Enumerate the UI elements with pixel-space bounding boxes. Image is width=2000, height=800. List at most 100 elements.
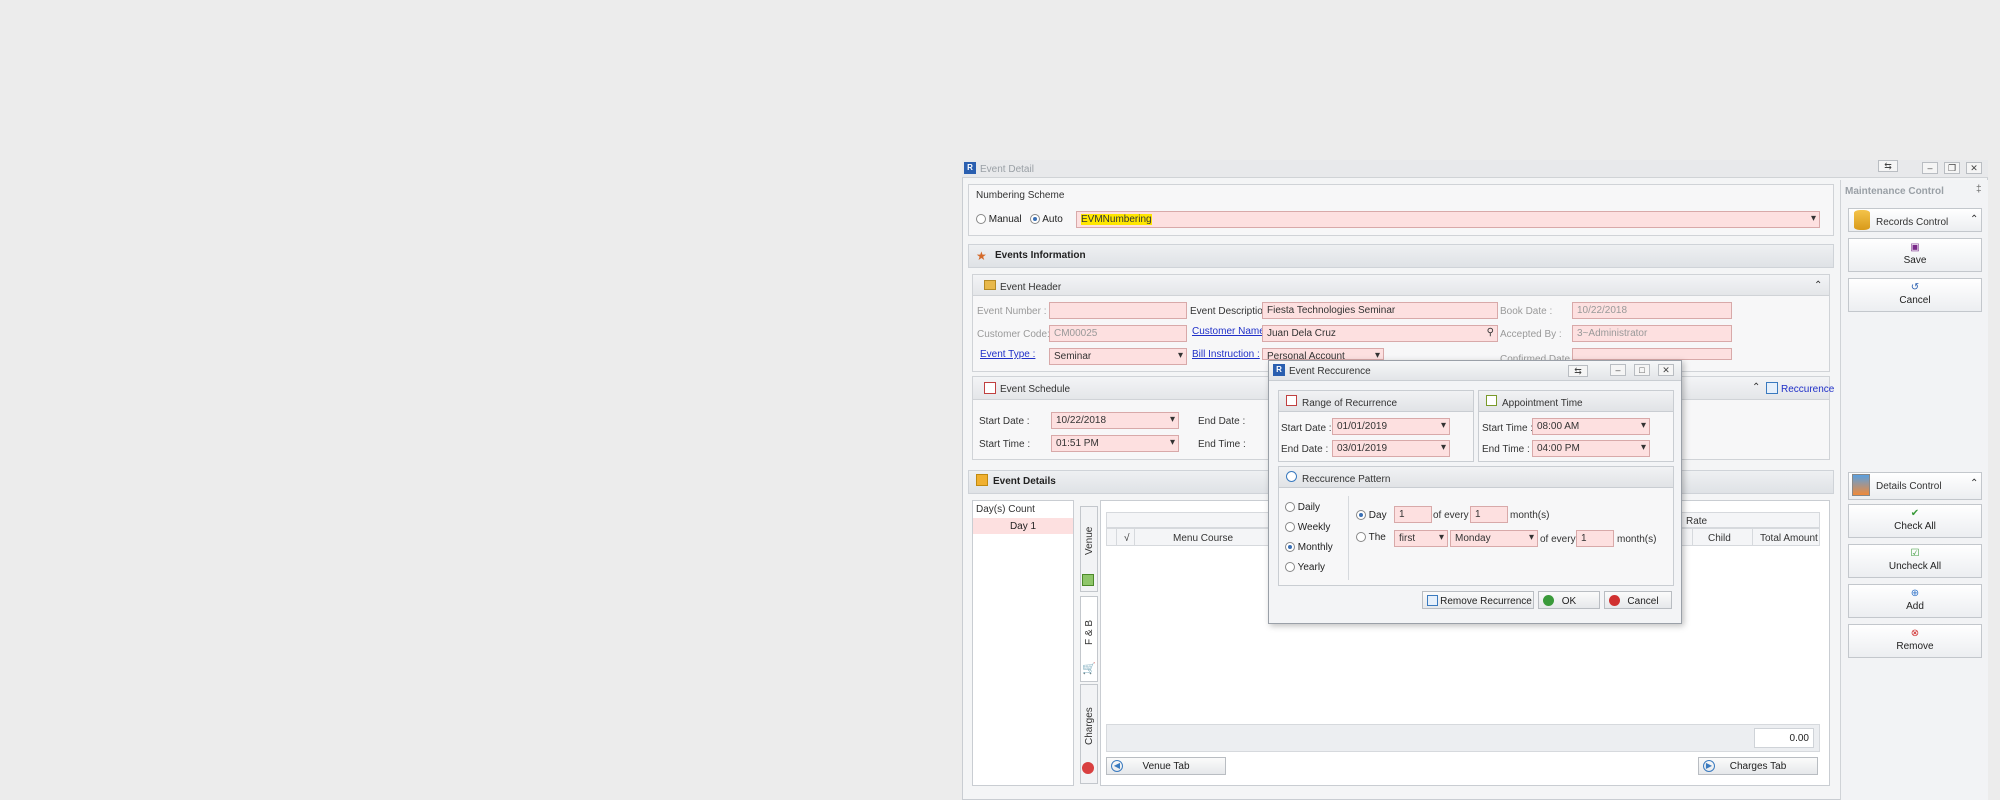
collapse-schedule-icon[interactable]: ⌃ bbox=[1752, 382, 1760, 393]
grid-col-divider bbox=[1692, 528, 1693, 546]
customer-name-field[interactable]: Juan Dela Cruz ⚲ bbox=[1262, 325, 1498, 342]
yearly-radio-circle[interactable] bbox=[1285, 562, 1295, 573]
dialog-title: Event Reccurence bbox=[1289, 366, 1371, 377]
uncheck-all-label: Uncheck All bbox=[1888, 561, 1942, 572]
range-start-date-label: Start Date : bbox=[1281, 423, 1332, 434]
grid-header-child[interactable]: Child bbox=[1708, 533, 1731, 544]
book-date-field[interactable]: 10/22/2018 bbox=[1572, 302, 1732, 319]
range-start-date-field[interactable]: 01/01/2019 bbox=[1332, 418, 1450, 435]
appt-start-time-field[interactable]: 08:00 AM bbox=[1532, 418, 1650, 435]
restore-layout-button[interactable]: ⇆ bbox=[1878, 160, 1898, 172]
day-option-radio[interactable]: Day bbox=[1356, 510, 1387, 521]
uncheck-all-button[interactable]: ☑ Uncheck All bbox=[1848, 544, 1982, 578]
yearly-label: Yearly bbox=[1297, 562, 1326, 573]
of-every-label: of every bbox=[1433, 510, 1469, 521]
ok-button[interactable]: OK bbox=[1538, 591, 1600, 609]
check-all-label: Check All bbox=[1894, 521, 1936, 532]
schedule-start-time-field[interactable]: 01:51 PM bbox=[1051, 435, 1179, 452]
grid-col-divider bbox=[1116, 528, 1117, 546]
pattern-daily-radio[interactable]: Daily bbox=[1285, 502, 1320, 513]
save-button[interactable]: ▣ Save bbox=[1848, 238, 1982, 272]
add-button[interactable]: ⊕ Add bbox=[1848, 584, 1982, 618]
event-header-title: Event Header bbox=[1000, 282, 1062, 293]
every-months-field[interactable]: 1 bbox=[1470, 506, 1508, 523]
cancel-button-label: Cancel bbox=[1899, 295, 1931, 306]
grid-header-check[interactable]: √ bbox=[1124, 533, 1130, 544]
bill-instruction-select[interactable]: Personal Account bbox=[1262, 348, 1384, 360]
grid-header-menu-course[interactable]: Menu Course bbox=[1173, 533, 1233, 544]
pattern-monthly-radio[interactable]: Monthly bbox=[1285, 542, 1333, 553]
dialog-maximize-button[interactable]: □ bbox=[1634, 364, 1650, 376]
customer-name-link[interactable]: Customer Name : bbox=[1192, 326, 1270, 337]
numbering-scheme-select[interactable]: EVMNumbering bbox=[1076, 211, 1820, 228]
event-description-field[interactable]: Fiesta Technologies Seminar bbox=[1262, 302, 1498, 319]
monthly-radio-circle[interactable] bbox=[1285, 542, 1295, 553]
checkbox-icon: ☑ bbox=[1910, 548, 1920, 559]
calendar-icon bbox=[984, 382, 996, 394]
fb-tab-icon: 🛒 bbox=[1082, 663, 1096, 675]
venue-tab-button[interactable]: ◀ Venue Tab bbox=[1106, 757, 1226, 775]
accepted-by-field[interactable]: 3~Administrator bbox=[1572, 325, 1732, 342]
pattern-weekly-radio[interactable]: Weekly bbox=[1285, 522, 1330, 533]
details-collapse-icon[interactable]: ⌃ bbox=[1970, 478, 1978, 489]
daily-label: Daily bbox=[1297, 502, 1321, 513]
records-control-label: Records Control bbox=[1876, 217, 1949, 228]
event-type-link[interactable]: Event Type : bbox=[980, 349, 1035, 360]
charges-tab-button[interactable]: ▶ Charges Tab bbox=[1698, 757, 1818, 775]
day-option-circle[interactable] bbox=[1356, 510, 1366, 521]
the-option-radio[interactable]: The bbox=[1356, 532, 1386, 543]
event-type-select[interactable]: Seminar bbox=[1049, 348, 1187, 365]
undo-icon: ↺ bbox=[1910, 282, 1920, 293]
grid-col-divider bbox=[1752, 528, 1753, 546]
pattern-yearly-radio[interactable]: Yearly bbox=[1285, 562, 1325, 573]
months-label: month(s) bbox=[1510, 510, 1550, 521]
every-months-field-2[interactable]: 1 bbox=[1576, 530, 1614, 547]
dialog-layout-button[interactable]: ⇆ bbox=[1568, 365, 1588, 377]
records-collapse-icon[interactable]: ⌃ bbox=[1970, 214, 1978, 225]
weekday-select[interactable]: Monday bbox=[1450, 530, 1538, 547]
customer-code-field[interactable]: CM00025 bbox=[1049, 325, 1187, 342]
recurrence-icon[interactable] bbox=[1766, 382, 1778, 394]
collapse-header-icon[interactable]: ⌃ bbox=[1814, 280, 1822, 291]
weekly-radio-circle[interactable] bbox=[1285, 522, 1295, 533]
search-icon[interactable]: ⚲ bbox=[1487, 327, 1494, 338]
dialog-close-button[interactable]: ✕ bbox=[1658, 364, 1674, 376]
day-row[interactable]: Day 1 bbox=[973, 518, 1073, 534]
dialog-cancel-button[interactable]: Cancel bbox=[1604, 591, 1672, 609]
auto-radio[interactable]: Auto bbox=[1030, 214, 1063, 225]
dialog-cancel-icon bbox=[1609, 595, 1620, 606]
appt-end-time-field[interactable]: 04:00 PM bbox=[1532, 440, 1650, 457]
range-end-date-field[interactable]: 03/01/2019 bbox=[1332, 440, 1450, 457]
manual-radio[interactable]: Manual bbox=[976, 214, 1022, 225]
daily-radio-circle[interactable] bbox=[1285, 502, 1295, 513]
the-option-circle[interactable] bbox=[1356, 532, 1366, 543]
auto-radio-circle[interactable] bbox=[1030, 214, 1040, 225]
event-number-field[interactable] bbox=[1049, 302, 1187, 319]
dialog-minimize-button[interactable]: – bbox=[1610, 364, 1626, 376]
check-all-button[interactable]: ✔ Check All bbox=[1848, 504, 1982, 538]
ordinal-select[interactable]: first bbox=[1394, 530, 1448, 547]
recurrence-link[interactable]: Reccurence bbox=[1781, 384, 1834, 395]
confirmed-date-field[interactable] bbox=[1572, 348, 1732, 360]
cancel-button[interactable]: ↺ Cancel bbox=[1848, 278, 1982, 312]
schedule-start-date-field[interactable]: 10/22/2018 bbox=[1051, 412, 1179, 429]
dialog-cancel-label: Cancel bbox=[1627, 596, 1659, 607]
range-calendar-icon bbox=[1286, 395, 1297, 406]
remove-button-label: Remove bbox=[1896, 641, 1934, 652]
arrow-left-icon: ◀ bbox=[1111, 760, 1123, 772]
pin-icon[interactable]: ‡ bbox=[1976, 184, 1982, 195]
close-button[interactable]: ✕ bbox=[1966, 162, 1982, 174]
maximize-button[interactable]: ❐ bbox=[1944, 162, 1960, 174]
bill-instruction-link[interactable]: Bill Instruction : bbox=[1192, 349, 1260, 360]
check-icon: ✔ bbox=[1910, 508, 1920, 519]
remove-icon: ⊗ bbox=[1910, 628, 1920, 639]
events-information-title: Events Information bbox=[995, 250, 1086, 261]
minimize-button[interactable]: – bbox=[1922, 162, 1938, 174]
remove-recurrence-button[interactable]: Remove Recurrence bbox=[1422, 591, 1534, 609]
remove-recurrence-label: Remove Recurrence bbox=[1440, 596, 1532, 607]
remove-button[interactable]: ⊗ Remove bbox=[1848, 624, 1982, 658]
grid-header-total-amount[interactable]: Total Amount bbox=[1760, 533, 1818, 544]
day-number-field[interactable]: 1 bbox=[1394, 506, 1432, 523]
numbering-scheme-group bbox=[968, 184, 1834, 236]
manual-radio-circle[interactable] bbox=[976, 214, 986, 225]
